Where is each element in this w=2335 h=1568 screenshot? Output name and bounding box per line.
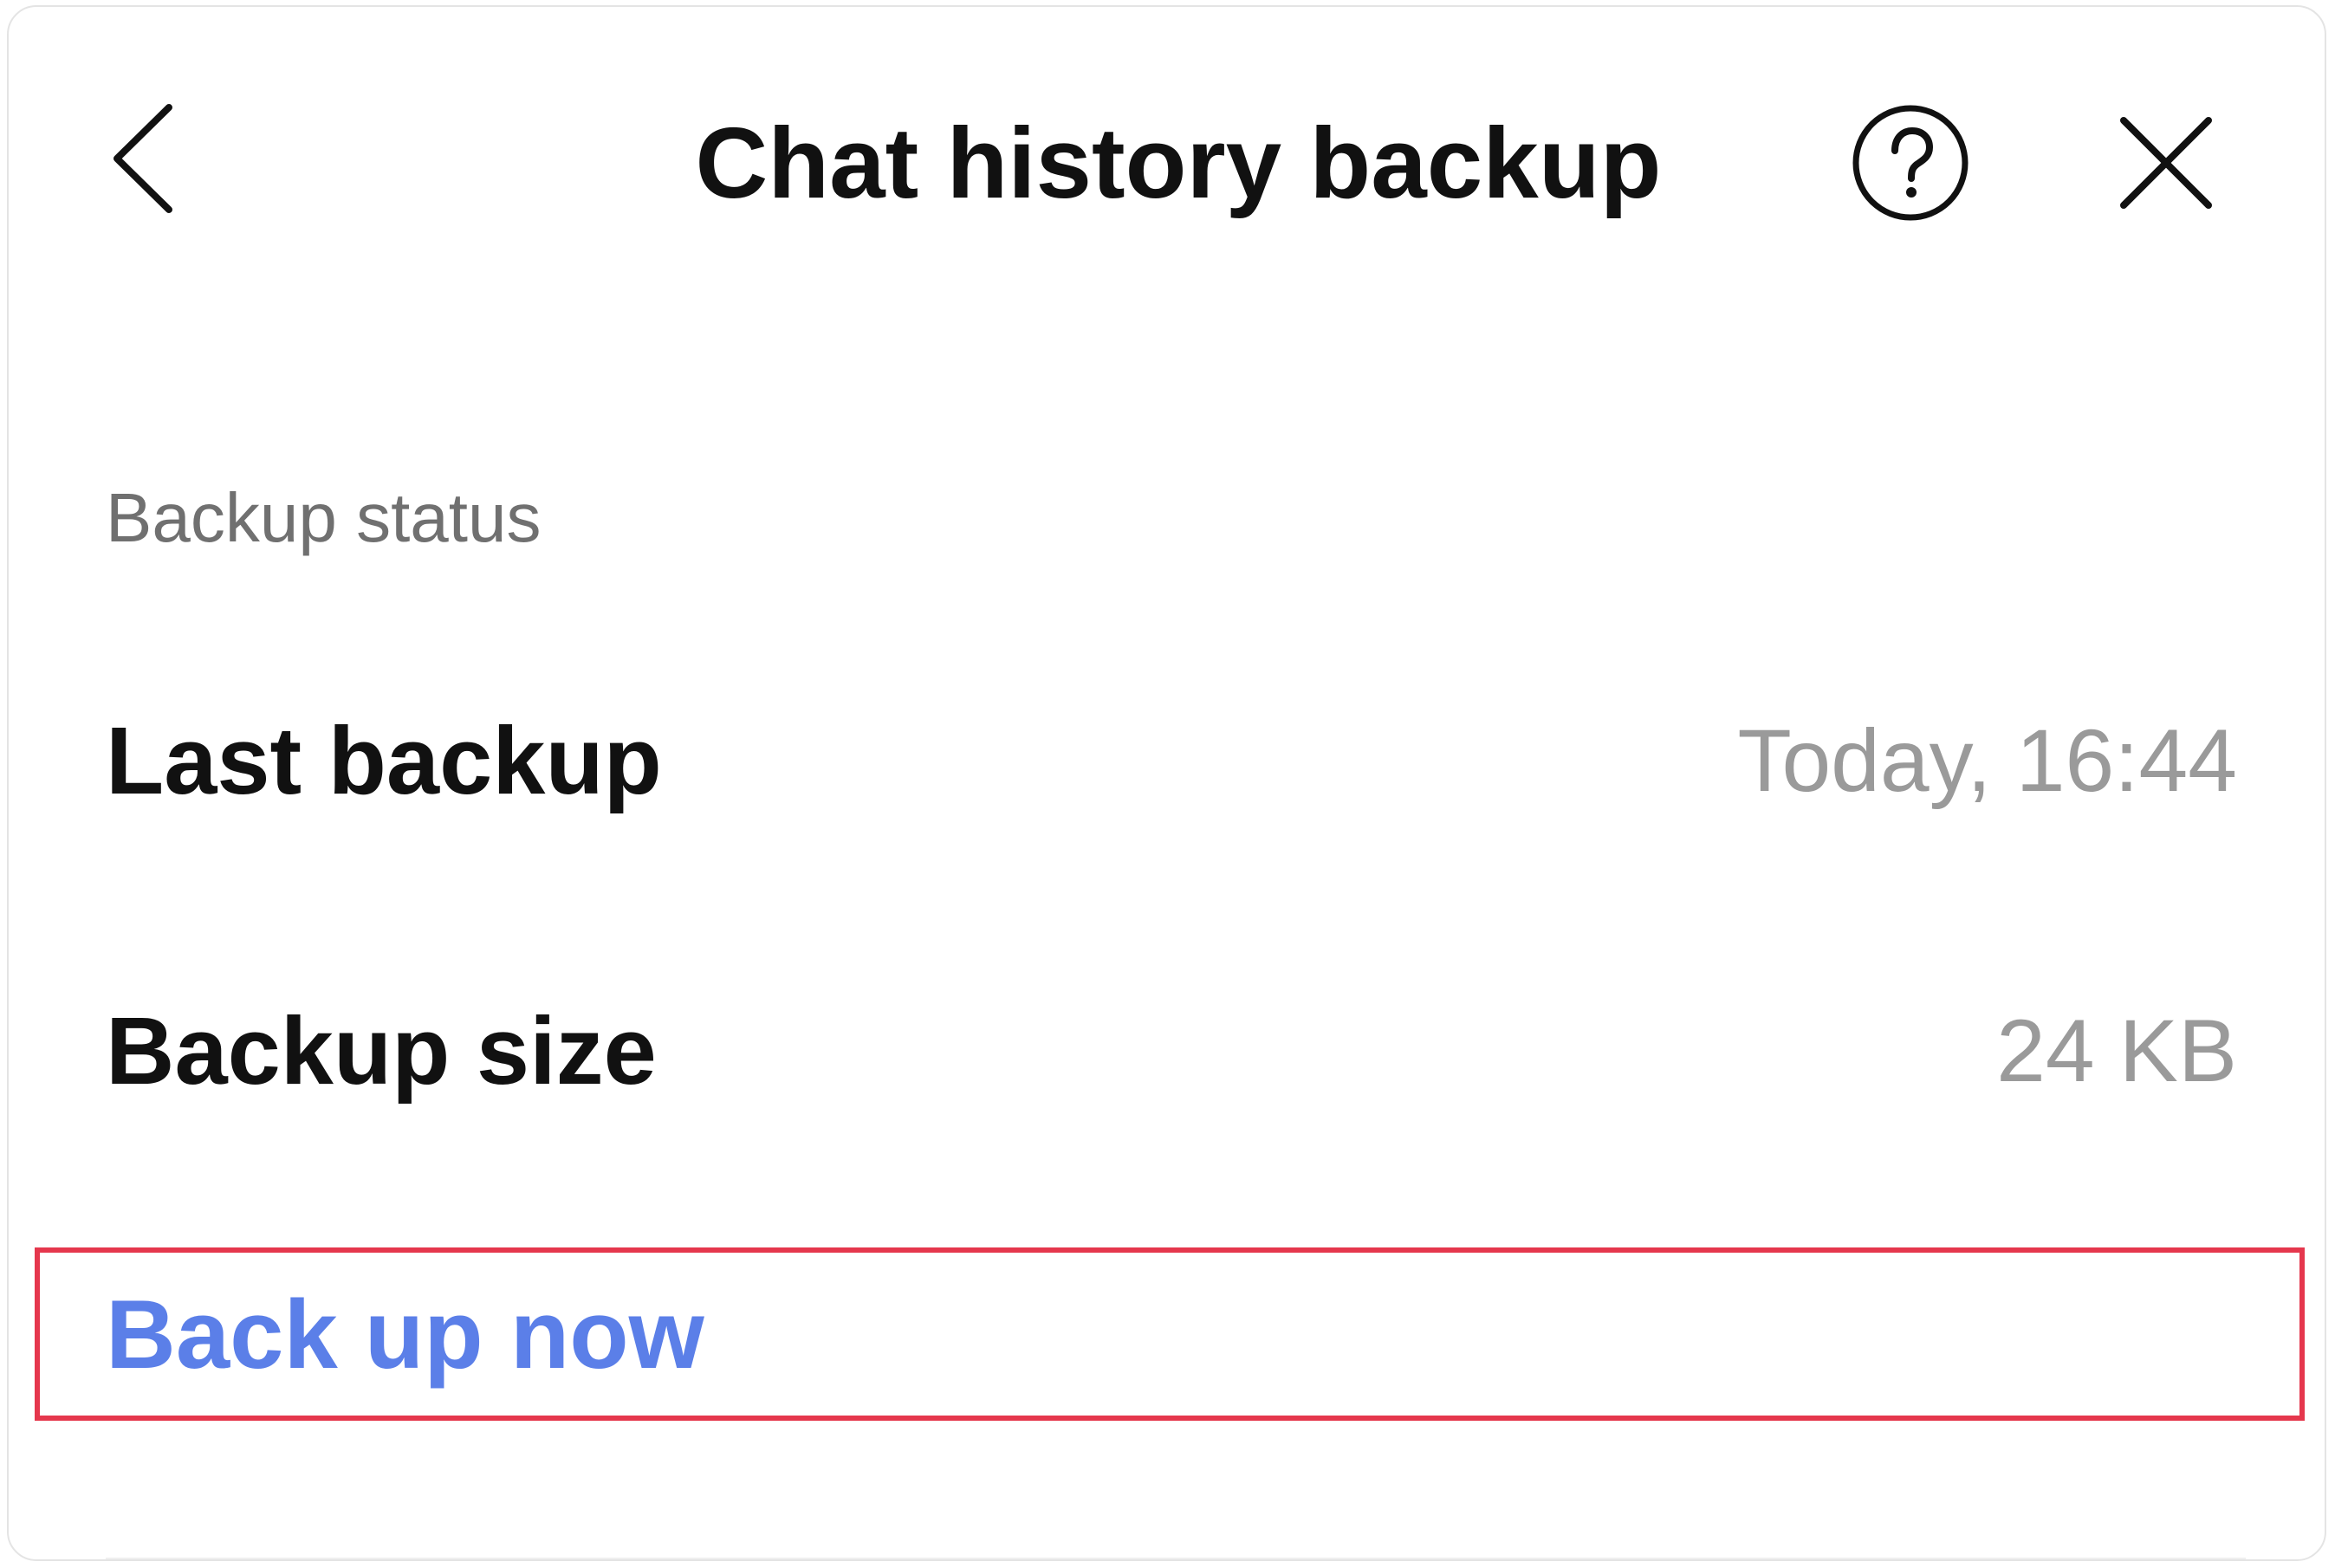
close-icon xyxy=(2120,117,2212,209)
chat-history-backup-screen: Chat history backup Backup status Last b… xyxy=(7,5,2326,1561)
backup-size-label: Backup size xyxy=(106,997,657,1105)
divider xyxy=(106,1558,2246,1559)
last-backup-label: Last backup xyxy=(106,707,662,814)
last-backup-row: Last backup Today, 16:44 xyxy=(106,691,2237,830)
last-backup-value: Today, 16:44 xyxy=(1737,710,2237,810)
backup-size-row: Backup size 24 KB xyxy=(106,982,2237,1120)
help-button[interactable] xyxy=(1845,98,1975,228)
page-title: Chat history backup xyxy=(695,107,1662,219)
header-bar: Chat history backup xyxy=(9,7,2325,319)
close-button[interactable] xyxy=(2105,102,2227,224)
backup-size-value: 24 KB xyxy=(1996,1001,2237,1100)
help-circle-icon xyxy=(1852,105,1969,221)
back-up-now-button[interactable]: Back up now xyxy=(35,1247,2305,1421)
chevron-left-icon xyxy=(114,104,172,213)
back-button[interactable] xyxy=(95,94,191,224)
back-up-now-label: Back up now xyxy=(106,1280,704,1389)
section-label-backup-status: Backup status xyxy=(106,479,542,556)
